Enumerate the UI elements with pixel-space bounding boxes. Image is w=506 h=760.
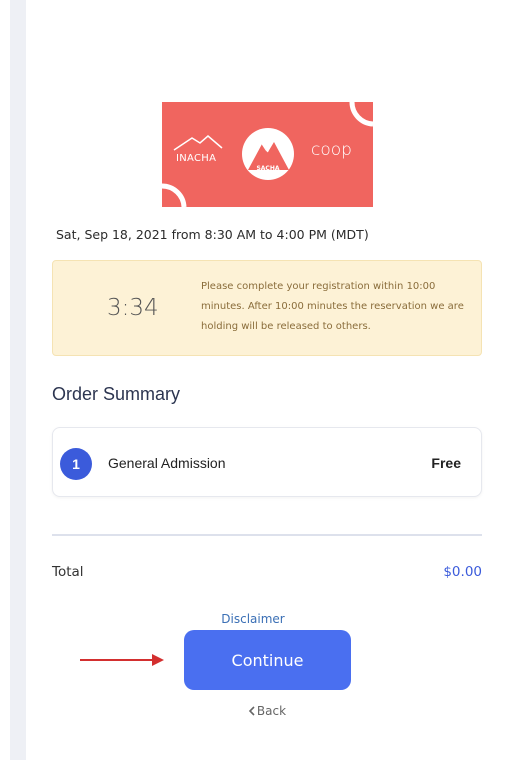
order-item-card: 1 General Admission Free	[52, 427, 482, 497]
total-value: $0.00	[443, 564, 482, 580]
countdown-timer: 3:34	[107, 295, 159, 321]
coop-logo-text: coop	[311, 140, 352, 160]
total-label: Total	[52, 564, 84, 580]
ticket-name: General Admission	[108, 455, 226, 471]
summary-divider	[52, 534, 482, 536]
continue-button[interactable]: Continue	[184, 630, 351, 690]
timer-message: Please complete your registration within…	[201, 281, 464, 332]
chevron-left-icon	[248, 706, 255, 716]
event-banner: INACHA SACHA coop	[162, 102, 373, 207]
order-summary-title: Order Summary	[52, 384, 181, 404]
ticket-price: Free	[431, 455, 461, 471]
inacha-logo-text: INACHA	[176, 153, 217, 164]
disclaimer-link[interactable]: Disclaimer	[0, 612, 506, 626]
left-rail	[10, 0, 26, 760]
arrow-right-icon	[80, 654, 164, 666]
event-date: Sat, Sep 18, 2021 from 8:30 AM to 4:00 P…	[56, 227, 369, 242]
item-number-badge: 1	[60, 448, 92, 480]
sacha-logo-text: SACHA	[256, 165, 280, 172]
back-link[interactable]: Back	[0, 704, 506, 718]
back-label: Back	[256, 704, 287, 718]
registration-timer-notice: 3:34 Please complete your registration w…	[52, 260, 482, 356]
